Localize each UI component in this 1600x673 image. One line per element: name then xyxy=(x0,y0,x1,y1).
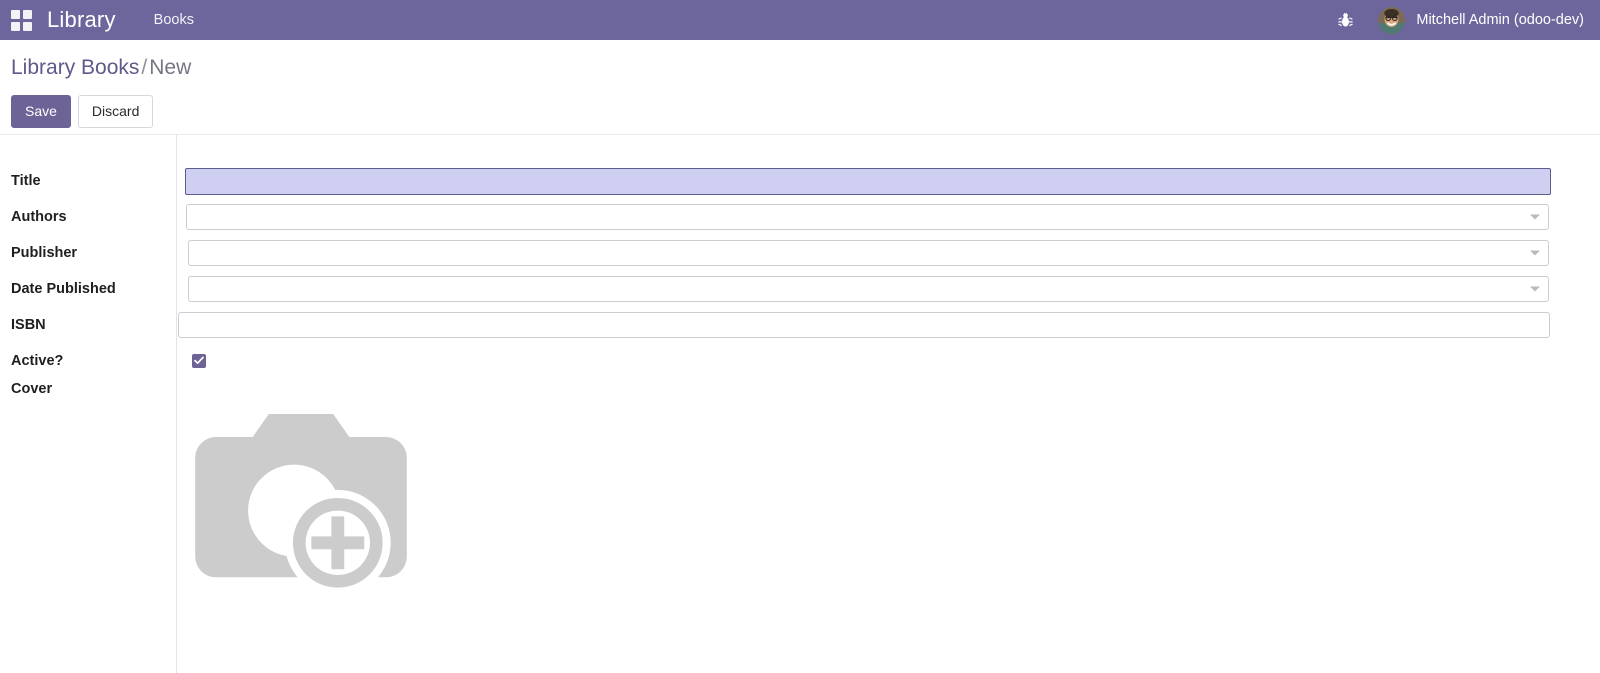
field-row-publisher: Publisher xyxy=(0,235,1600,271)
field-label-publisher: Publisher xyxy=(11,245,78,261)
top-navbar: Library Books Mitchell Admin (odoo-dev) xyxy=(0,0,1600,40)
field-control-isbn xyxy=(176,312,1600,338)
record-action-buttons: Save Discard xyxy=(11,95,1600,128)
breadcrumb-item-current: New xyxy=(149,56,192,79)
user-name-label: Mitchell Admin (odoo-dev) xyxy=(1416,12,1584,28)
breadcrumb-item-library-books[interactable]: Library Books xyxy=(11,56,139,79)
field-row-isbn: ISBN xyxy=(0,307,1600,343)
date-published-input[interactable] xyxy=(188,276,1549,302)
title-input[interactable] xyxy=(185,167,1551,195)
field-label-date-published: Date Published xyxy=(11,281,116,297)
navbar-menu-books[interactable]: Books xyxy=(154,12,194,28)
field-control-authors xyxy=(176,204,1600,230)
cover-image-area xyxy=(186,391,826,673)
field-control-publisher xyxy=(176,240,1600,266)
form-sheet: Title Authors Publisher Date Published I… xyxy=(0,135,1600,673)
save-button[interactable]: Save xyxy=(11,95,71,128)
apps-grid-square xyxy=(22,21,32,31)
discard-button[interactable]: Discard xyxy=(77,95,154,128)
apps-grid-icon[interactable] xyxy=(8,7,34,33)
active-checkbox[interactable] xyxy=(192,353,206,368)
publisher-input[interactable] xyxy=(188,240,1549,266)
breadcrumb-separator: / xyxy=(141,56,148,79)
user-menu[interactable]: Mitchell Admin (odoo-dev) xyxy=(1378,6,1590,34)
field-label-isbn: ISBN xyxy=(11,317,46,333)
apps-grid-square xyxy=(22,9,32,19)
field-label-authors: Authors xyxy=(11,209,67,225)
control-panel: Library Books/New Save Discard xyxy=(0,40,1600,135)
field-row-active: Active? xyxy=(0,343,1600,379)
authors-combo xyxy=(186,204,1549,230)
field-control-title xyxy=(176,167,1600,195)
apps-grid-square xyxy=(10,9,20,19)
date-published-combo xyxy=(188,276,1549,302)
field-label-active: Active? xyxy=(11,353,64,369)
navbar-right-group: Mitchell Admin (odoo-dev) xyxy=(1334,0,1590,40)
field-row-authors: Authors xyxy=(0,199,1600,235)
field-row-title: Title xyxy=(0,163,1600,199)
bug-icon[interactable] xyxy=(1334,9,1356,31)
field-row-date-published: Date Published xyxy=(0,271,1600,307)
field-control-date-published xyxy=(176,276,1600,302)
app-brand-library[interactable]: Library xyxy=(47,7,116,33)
breadcrumb: Library Books/New xyxy=(11,54,1600,82)
field-control-active xyxy=(176,352,1600,370)
apps-grid-square xyxy=(10,21,20,31)
isbn-input[interactable] xyxy=(178,312,1550,338)
field-label-title: Title xyxy=(11,173,41,189)
authors-input[interactable] xyxy=(186,204,1549,230)
publisher-combo xyxy=(188,240,1549,266)
field-label-cover: Cover xyxy=(11,381,53,397)
avatar xyxy=(1378,6,1406,34)
camera-add-photo-icon[interactable] xyxy=(186,391,416,621)
